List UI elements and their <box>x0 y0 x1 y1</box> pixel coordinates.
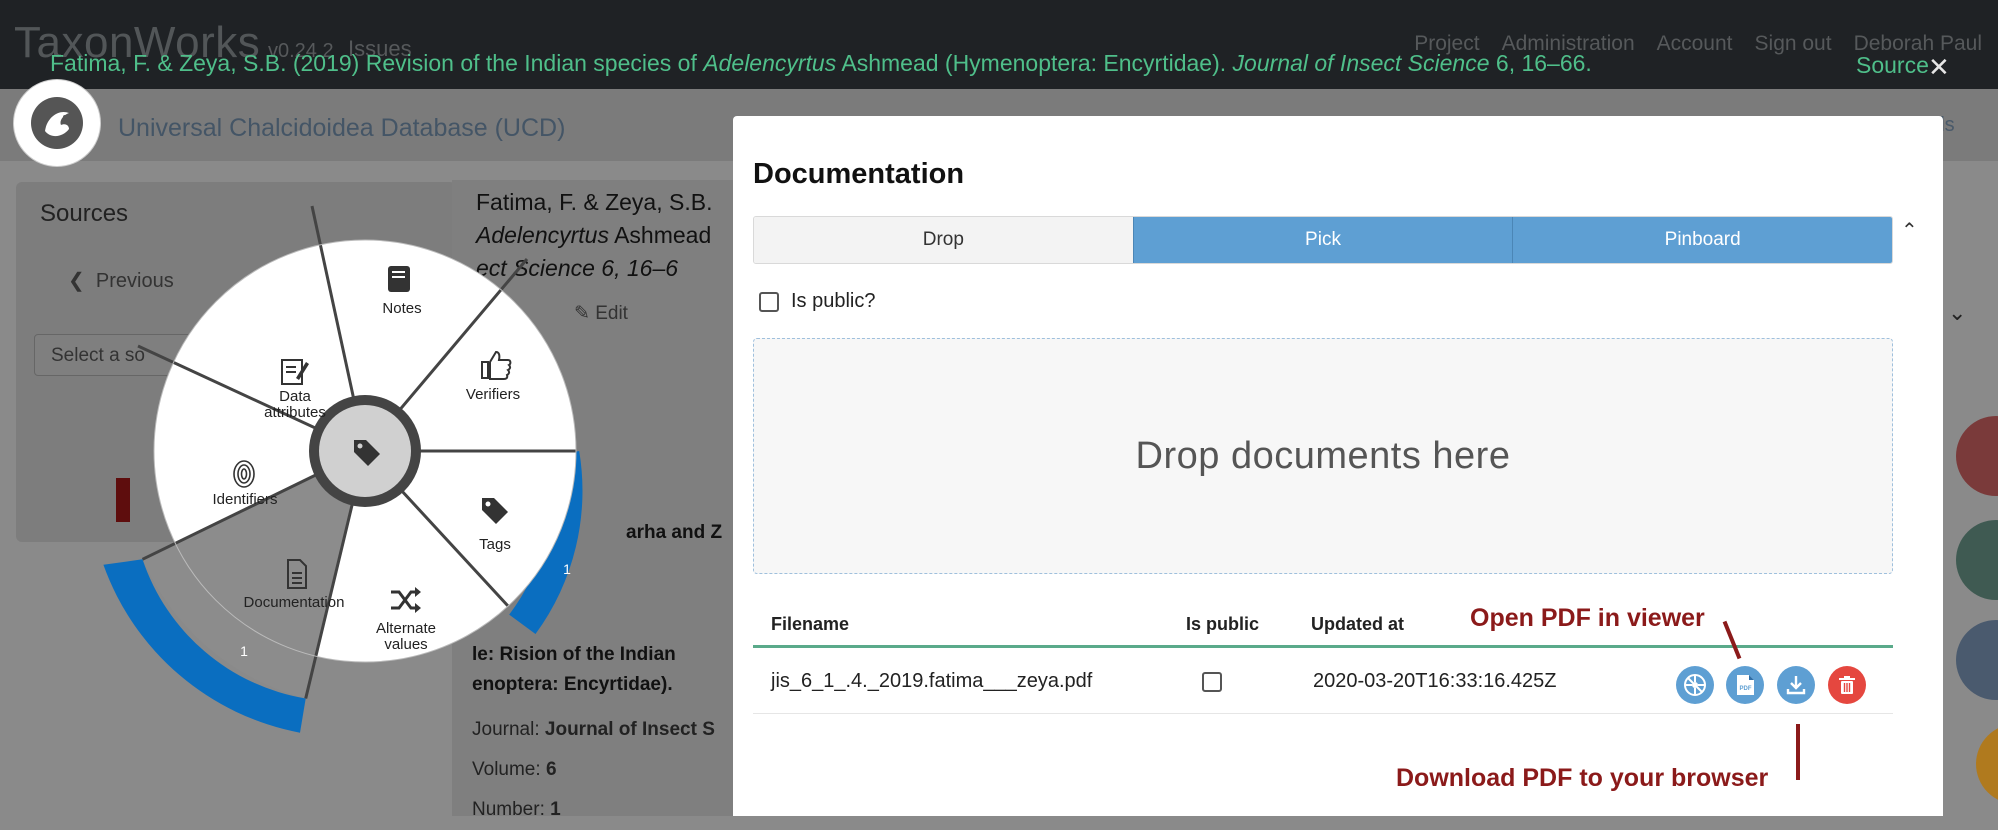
row-updated-at: 2020-03-20T16:33:16.425Z <box>1313 670 1557 692</box>
open-pdf-viewer-button[interactable]: PDF <box>1726 666 1764 704</box>
right-float-button-3[interactable] <box>1956 620 1998 700</box>
chevron-down-icon[interactable]: ⌄ <box>1948 300 1966 326</box>
svg-text:Tags: Tags <box>479 536 511 553</box>
annotation-open-pdf: Open PDF in viewer <box>1470 604 1705 632</box>
radial-menu-icon <box>1684 674 1706 696</box>
taxonworks-logo[interactable] <box>14 80 100 166</box>
header-updated-at: Updated at <box>1311 614 1405 634</box>
header-filename: Filename <box>771 614 850 634</box>
svg-text:PDF: PDF <box>1740 686 1752 692</box>
tab-drop[interactable]: Drop <box>754 217 1133 263</box>
radial-action-button[interactable] <box>1676 666 1714 704</box>
download-button[interactable] <box>1777 666 1815 704</box>
row-filename: jis_6_1_.4._2019.fatima___zeya.pdf <box>771 670 1093 692</box>
number-field: Number: 1 <box>472 799 561 820</box>
svg-text:Identifiers: Identifiers <box>212 491 277 508</box>
delete-button[interactable] <box>1828 666 1866 704</box>
pdf-icon: PDF <box>1737 675 1754 695</box>
is-public-row: Is public? <box>759 290 876 313</box>
trash-icon <box>1839 676 1855 694</box>
nav-sign-out[interactable]: Sign out <box>1755 32 1832 56</box>
annotation-download-pdf: Download PDF to your browser <box>1396 764 1769 792</box>
right-float-button-4[interactable] <box>1976 724 1998 804</box>
svg-text:Verifiers: Verifiers <box>466 386 520 403</box>
right-float-button-2[interactable] <box>1956 520 1998 600</box>
documentation-modal: Documentation Drop Pick Pinboard ⌃ Is pu… <box>733 116 1943 816</box>
right-float-button-1[interactable] <box>1956 416 1998 496</box>
documents-table-header: Filename Is public Updated at <box>753 590 1893 648</box>
book-icon <box>388 266 410 292</box>
download-icon <box>1786 676 1806 695</box>
documentation-tabs: Drop Pick Pinboard <box>753 216 1893 264</box>
is-public-label: Is public? <box>791 290 876 312</box>
source-citation-banner: Fatima, F. & Zeya, S.B. (2019) Revision … <box>50 50 1592 76</box>
header-is-public: Is public <box>1186 614 1260 634</box>
tab-pick[interactable]: Pick <box>1132 217 1513 263</box>
alternate-values-label: Alternate values <box>376 620 436 653</box>
annotation-download-arrow <box>1796 724 1800 780</box>
tab-pinboard[interactable]: Pinboard <box>1512 217 1892 263</box>
document-dropzone[interactable]: Drop documents here <box>753 338 1893 574</box>
svg-text:Notes: Notes <box>382 300 421 317</box>
nav-account[interactable]: Account <box>1657 32 1733 56</box>
svg-text:Documentation: Documentation <box>244 594 345 611</box>
table-row: jis_6_1_.4._2019.fatima___zeya.pdf 2020-… <box>753 648 1893 714</box>
radial-annotator-menu: Notes Verifiers Tags 1 Alternate values D… <box>103 205 583 733</box>
logo-icon <box>31 97 83 149</box>
close-icon[interactable]: ✕ <box>1928 52 1950 83</box>
project-name[interactable]: Universal Chalcidoidea Database (UCD) <box>118 114 565 143</box>
documentation-count: 1 <box>240 643 248 659</box>
is-public-checkbox[interactable] <box>759 291 779 312</box>
tags-count: 1 <box>563 561 571 577</box>
object-type-label: Source <box>1856 52 1929 78</box>
row-is-public-checkbox[interactable] <box>1202 672 1222 692</box>
chevron-up-icon[interactable]: ⌃ <box>1901 218 1918 243</box>
modal-title: Documentation <box>753 158 965 190</box>
